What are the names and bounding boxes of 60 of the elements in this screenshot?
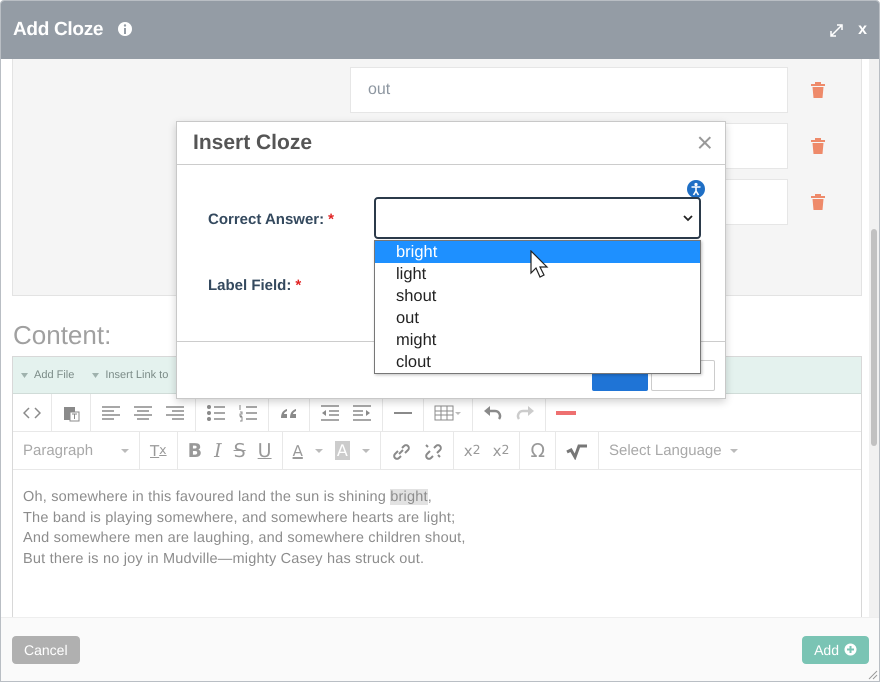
add-button[interactable]: Add <box>802 636 869 664</box>
option[interactable]: light <box>375 263 700 285</box>
bullet-list-icon[interactable] <box>206 404 226 422</box>
trash-icon[interactable] <box>810 137 826 155</box>
dialog-close-button[interactable]: × <box>696 129 713 157</box>
info-icon[interactable] <box>117 21 134 39</box>
answer-field[interactable]: out <box>350 67 788 113</box>
chevron-down-icon <box>683 214 693 222</box>
format-dropdown[interactable]: Paragraph <box>23 442 94 459</box>
caret-icon <box>21 372 28 378</box>
cancel-button[interactable]: Cancel <box>12 636 80 664</box>
align-left-icon[interactable] <box>101 404 121 422</box>
undo-icon[interactable] <box>483 404 503 422</box>
dialog-title: Insert Cloze <box>193 131 312 155</box>
content-label: Content: <box>13 320 112 352</box>
close-button[interactable]: x <box>858 21 867 39</box>
italic-button[interactable]: I <box>214 440 222 462</box>
poem-line: The band is playing somewhere, and somewhere hearts are light; <box>23 508 456 528</box>
accessibility-icon[interactable] <box>687 180 705 198</box>
numbered-list-icon[interactable] <box>238 404 258 422</box>
resize-grip[interactable] <box>866 668 878 680</box>
strikethrough-button[interactable]: S <box>234 440 246 462</box>
attach-menu[interactable]: Add File <box>34 369 74 381</box>
special-character-button[interactable]: Ω <box>530 440 545 462</box>
plus-circle-icon <box>844 643 857 656</box>
unlink-icon[interactable] <box>422 442 443 460</box>
language-dropdown[interactable]: Select Language <box>609 442 722 459</box>
table-icon[interactable] <box>434 404 462 422</box>
poem-line: Oh, somewhere in this favoured land the sun is shining bright, <box>23 488 433 507</box>
option[interactable]: shout <box>375 285 700 307</box>
underline-button[interactable]: U <box>258 440 272 462</box>
option[interactable]: bright <box>375 241 700 263</box>
field-label: Label Field: * <box>208 277 302 294</box>
outdent-icon[interactable] <box>320 404 340 422</box>
answer-select[interactable] <box>374 197 701 239</box>
poem-line: But there is no joy in Mudville—mighty Casey has struck out. <box>23 550 426 568</box>
poem-line: And somewhere men are laughing, and somewhere children shout, <box>23 529 467 548</box>
caret-icon <box>121 448 129 452</box>
option[interactable]: clout <box>375 351 700 373</box>
field-label: Correct Answer: * <box>208 211 334 228</box>
caret-icon <box>314 448 323 452</box>
attach-menu[interactable]: Insert Link to <box>105 369 168 381</box>
trash-icon[interactable] <box>810 81 826 99</box>
caret-icon <box>730 448 738 452</box>
option[interactable]: might <box>375 329 700 351</box>
caret-icon <box>362 448 370 452</box>
scrollbar[interactable] <box>869 59 879 617</box>
align-center-icon[interactable] <box>133 404 153 422</box>
trash-icon[interactable] <box>810 193 826 211</box>
square-root-icon[interactable] <box>566 442 588 460</box>
option[interactable]: out <box>375 307 700 329</box>
superscript-button[interactable]: x$^{2}$ <box>464 442 481 460</box>
text-color-button[interactable]: A <box>292 442 303 460</box>
window-title: Add Cloze <box>13 19 104 41</box>
align-right-icon[interactable] <box>165 404 185 422</box>
indent-icon[interactable] <box>352 404 372 422</box>
bold-button[interactable]: B <box>188 440 202 462</box>
pointer-icon <box>530 250 550 280</box>
link-icon[interactable] <box>390 442 411 460</box>
caret-icon <box>92 372 100 378</box>
